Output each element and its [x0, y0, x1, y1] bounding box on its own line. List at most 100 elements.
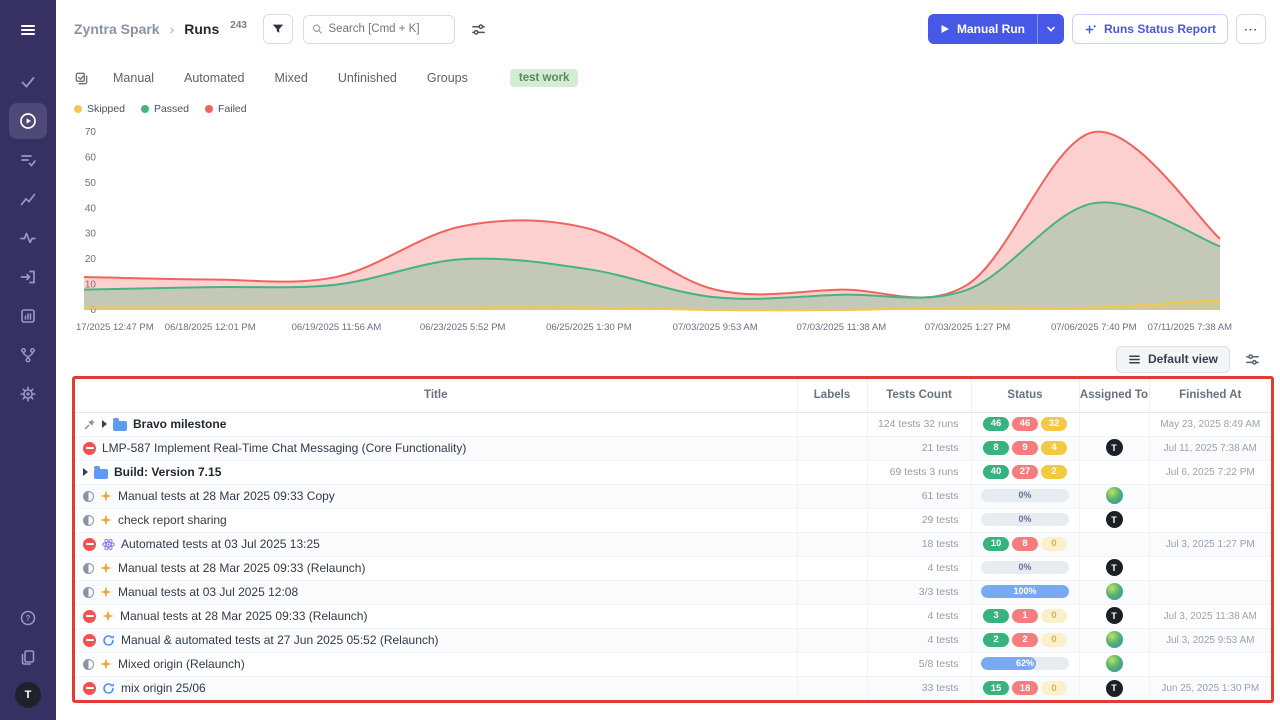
table-row[interactable]: LMP-587 Implement Real-Time Chat Messagi… — [75, 436, 1271, 460]
run-title[interactable]: Mixed origin (Relaunch) — [118, 657, 245, 671]
docs-icon[interactable] — [9, 639, 47, 675]
table-row[interactable]: Manual tests at 03 Jul 2025 12:083/3 tes… — [75, 580, 1271, 604]
caret-icon[interactable] — [83, 468, 88, 476]
table-row[interactable]: Manual tests at 28 Mar 2025 09:33 Copy 61… — [75, 484, 1271, 508]
filter-button[interactable] — [263, 14, 293, 44]
tab-automated[interactable]: Automated — [184, 71, 244, 85]
user-avatar[interactable]: T — [15, 682, 41, 708]
search-box[interactable] — [303, 15, 455, 44]
sidebar-item-settings[interactable] — [9, 376, 47, 412]
assignee-avatar[interactable] — [1106, 655, 1123, 672]
table-row[interactable]: Manual tests at 28 Mar 2025 09:33 (Relau… — [75, 556, 1271, 580]
assignee-avatar[interactable]: T — [1106, 607, 1123, 624]
table-row[interactable]: Manual tests at 28 Mar 2025 09:33 (Relau… — [75, 604, 1271, 628]
run-title[interactable]: check report sharing — [118, 513, 227, 527]
run-title[interactable]: Build: Version 7.15 — [114, 465, 221, 479]
filter-tag[interactable]: test work — [510, 69, 579, 87]
badge-failed: 2 — [1012, 633, 1038, 647]
select-runs-icon[interactable] — [74, 71, 89, 86]
progress-bar: 0% — [981, 561, 1069, 574]
table-row[interactable]: Mixed origin (Relaunch)5/8 tests62% — [75, 652, 1271, 676]
sidebar-item-suites[interactable] — [9, 142, 47, 178]
column-header-finished-at[interactable]: Finished At — [1149, 379, 1271, 412]
run-title-cell: Manual tests at 28 Mar 2025 09:33 (Relau… — [75, 604, 797, 628]
badge-failed: 1 — [1012, 609, 1038, 623]
view-settings-icon[interactable] — [1238, 345, 1266, 373]
sidebar-item-reports[interactable] — [9, 298, 47, 334]
labels-cell — [797, 676, 867, 700]
spark-icon — [102, 610, 114, 622]
run-title[interactable]: Manual tests at 28 Mar 2025 09:33 (Relau… — [118, 561, 365, 575]
tab-mixed[interactable]: Mixed — [274, 71, 307, 85]
run-title-cell: LMP-587 Implement Real-Time Chat Messagi… — [75, 436, 797, 460]
table-header-row: TitleLabelsTests CountStatusAssigned ToF… — [75, 379, 1271, 412]
run-title[interactable]: Manual tests at 03 Jul 2025 12:08 — [118, 585, 298, 599]
sidebar-item-import[interactable] — [9, 259, 47, 295]
tests-count-cell: 21 tests — [867, 436, 971, 460]
finished-at-cell — [1149, 484, 1271, 508]
search-input[interactable] — [328, 23, 445, 35]
sidebar-item-activity[interactable] — [9, 220, 47, 256]
menu-icon[interactable] — [9, 12, 47, 48]
tests-count-cell: 69 tests 3 runs — [867, 460, 971, 484]
display-settings-icon[interactable] — [465, 15, 493, 43]
labels-cell — [797, 604, 867, 628]
breadcrumb-project[interactable]: Zyntra Spark — [74, 21, 160, 37]
column-header-assigned-to[interactable]: Assigned To — [1079, 379, 1149, 412]
assignee-avatar[interactable] — [1106, 631, 1123, 648]
table-row[interactable]: Bravo milestone124 tests 32 runs464632Ma… — [75, 412, 1271, 436]
sidebar-item-analytics[interactable] — [9, 181, 47, 217]
chart-x-label: 06/19/2025 11:56 AM — [292, 322, 382, 333]
assignee-avatar[interactable]: T — [1106, 680, 1123, 697]
help-icon[interactable]: ? — [9, 600, 47, 636]
column-header-title[interactable]: Title — [75, 379, 797, 412]
sidebar-item-runs[interactable] — [9, 103, 47, 139]
manual-run-button[interactable]: Manual Run — [928, 14, 1064, 44]
tests-count-cell: 61 tests — [867, 484, 971, 508]
table-row[interactable]: check report sharing29 tests0%T — [75, 508, 1271, 532]
view-bar: Default view — [56, 342, 1280, 376]
status-cell: 1080 — [971, 532, 1079, 556]
legend-item[interactable]: Failed — [205, 103, 247, 115]
status-badges: 310 — [983, 609, 1067, 623]
sidebar-item-branch[interactable] — [9, 337, 47, 373]
run-title[interactable]: Bravo milestone — [133, 417, 226, 431]
column-header-labels[interactable]: Labels — [797, 379, 867, 412]
run-title[interactable]: Automated tests at 03 Jul 2025 13:25 — [121, 537, 320, 551]
tab-unfinished[interactable]: Unfinished — [338, 71, 397, 85]
table-row[interactable]: mix origin 25/0633 tests15180TJun 25, 20… — [75, 676, 1271, 700]
run-title[interactable]: Manual & automated tests at 27 Jun 2025 … — [121, 633, 439, 647]
tab-groups[interactable]: Groups — [427, 71, 468, 85]
legend-item[interactable]: Passed — [141, 103, 189, 115]
runs-status-report-button[interactable]: Runs Status Report — [1072, 14, 1228, 44]
more-options-button[interactable]: ⋯ — [1236, 14, 1266, 44]
stop-icon — [83, 610, 96, 623]
run-title[interactable]: LMP-587 Implement Real-Time Chat Messagi… — [102, 441, 466, 455]
table-row[interactable]: Manual & automated tests at 27 Jun 2025 … — [75, 628, 1271, 652]
status-badges: 1080 — [983, 537, 1067, 551]
finished-at-cell: Jul 3, 2025 1:27 PM — [1149, 532, 1271, 556]
assignee-avatar[interactable]: T — [1106, 511, 1123, 528]
table-row[interactable]: Build: Version 7.1569 tests 3 runs40272J… — [75, 460, 1271, 484]
runs-chart: 01020304050607017/2025 12:47 PM06/18/202… — [56, 124, 1280, 342]
assigned-to-cell: T — [1079, 436, 1149, 460]
caret-icon[interactable] — [102, 420, 107, 428]
progress-bar: 100% — [981, 585, 1069, 598]
legend-item[interactable]: Skipped — [74, 103, 125, 115]
run-title[interactable]: Manual tests at 28 Mar 2025 09:33 Copy — [118, 489, 335, 503]
run-title[interactable]: mix origin 25/06 — [121, 681, 206, 695]
column-header-tests-count[interactable]: Tests Count — [867, 379, 971, 412]
tab-manual[interactable]: Manual — [113, 71, 154, 85]
table-row[interactable]: Automated tests at 03 Jul 2025 13:25 18 t… — [75, 532, 1271, 556]
sidebar-item-tests[interactable] — [9, 64, 47, 100]
legend-label: Skipped — [87, 103, 125, 115]
column-header-status[interactable]: Status — [971, 379, 1079, 412]
assignee-avatar[interactable] — [1106, 583, 1123, 600]
assignee-avatar[interactable]: T — [1106, 559, 1123, 576]
assignee-avatar[interactable] — [1106, 487, 1123, 504]
default-view-button[interactable]: Default view — [1116, 346, 1230, 373]
assignee-avatar[interactable]: T — [1106, 439, 1123, 456]
tests-count-cell: 18 tests — [867, 532, 971, 556]
manual-run-dropdown[interactable] — [1037, 14, 1064, 44]
run-title[interactable]: Manual tests at 28 Mar 2025 09:33 (Relau… — [120, 609, 367, 623]
